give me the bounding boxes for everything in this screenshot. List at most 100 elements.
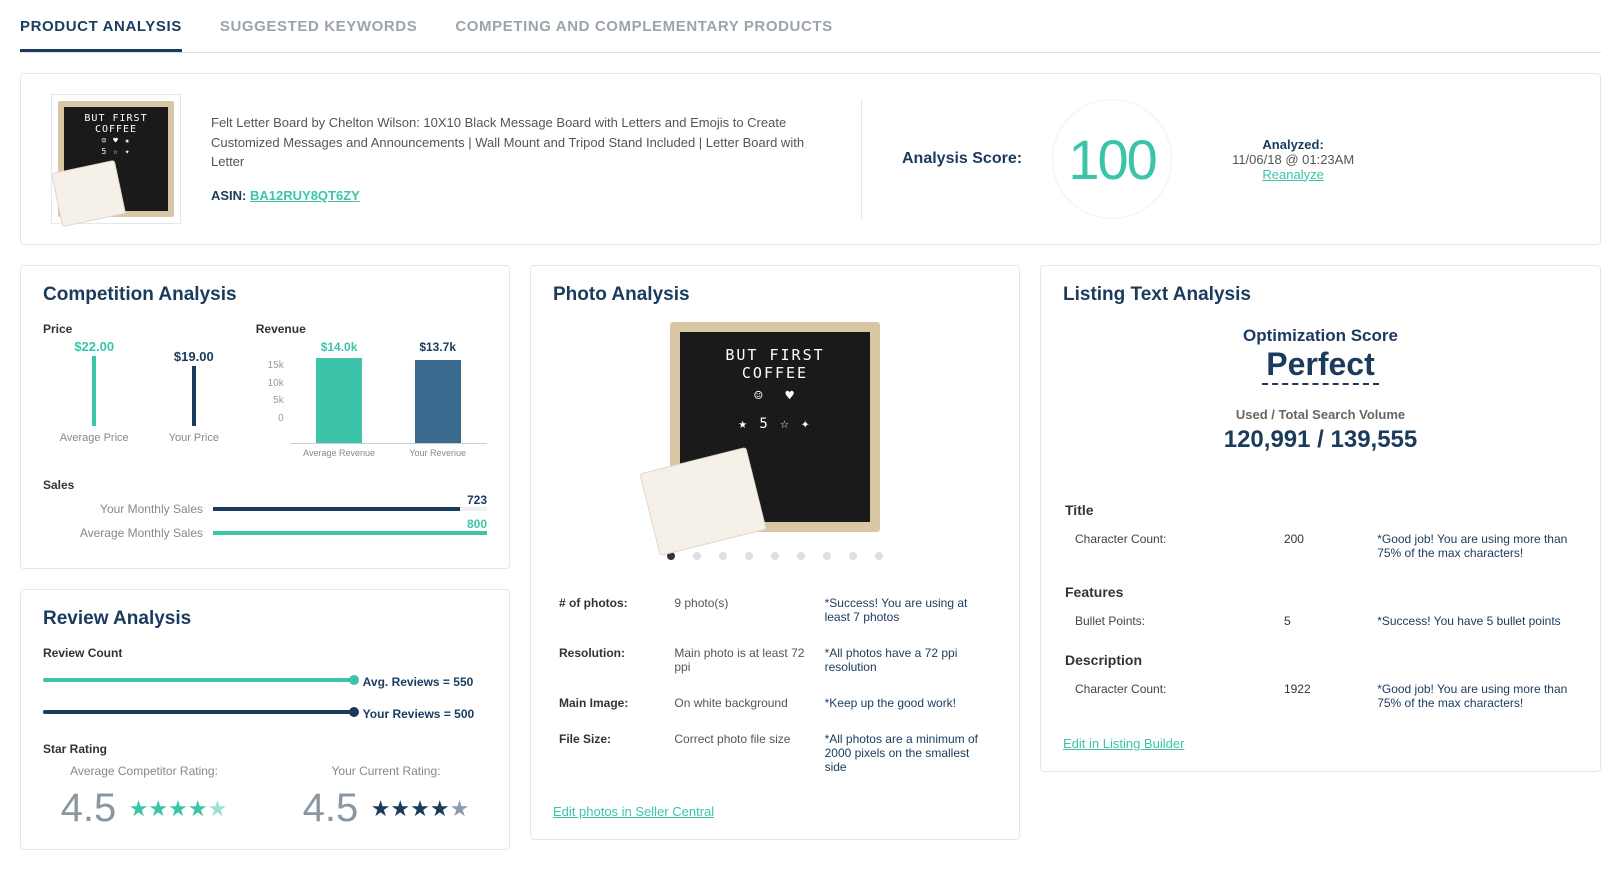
carousel-dot-3[interactable] [719,552,727,560]
analysis-score-label: Analysis Score: [902,150,1022,168]
review-title: Review Analysis [43,608,487,630]
analyzed-date: 11/06/18 @ 01:23AM [1232,152,1354,167]
sales-label: Sales [43,478,487,492]
photo-row-key: File Size: [555,722,668,784]
optimization-score-label: Optimization Score [1063,326,1578,346]
edit-listing-link[interactable]: Edit in Listing Builder [1063,736,1184,751]
avg-monthly-sales-label: Average Monthly Sales [43,526,203,540]
your-monthly-sales-value: 723 [467,493,487,507]
listing-row-key: Character Count: [1065,526,1278,566]
avg-competitor-rating-label: Average Competitor Rating: [43,764,245,778]
listing-row-key: Character Count: [1065,676,1278,716]
photo-row-key: Main Image: [555,686,668,720]
avg-competitor-rating-value: 4.5 [61,786,117,831]
listing-section-features: Features [1065,568,1576,606]
your-rating-stars: ★★★★★ [371,796,470,822]
analyzed-block: Analyzed: 11/06/18 @ 01:23AM Reanalyze [1232,137,1354,182]
asin-link[interactable]: BA12RUY8QT6ZY [250,188,360,203]
reanalyze-link[interactable]: Reanalyze [1262,167,1323,182]
photo-row-key: # of photos: [555,586,668,634]
photo-row-val: 9 photo(s) [670,586,818,634]
divider [861,99,862,219]
asin-label: ASIN: [211,188,246,203]
your-price-col-label: Your Price [169,432,219,444]
carousel-dot-8[interactable] [849,552,857,560]
avg-revenue-col-label: Average Revenue [290,448,389,458]
carousel-dot-9[interactable] [875,552,883,560]
avg-revenue-value: $14.0k [290,340,389,354]
edit-photos-link[interactable]: Edit photos in Seller Central [553,804,714,819]
your-reviews-label: Your Reviews = 500 [363,707,475,721]
carousel-dot-6[interactable] [797,552,805,560]
listing-text-analysis-panel: Listing Text Analysis Optimization Score… [1040,265,1601,772]
analysis-score-circle: 100 [1052,99,1172,219]
your-rating-label: Your Current Rating: [285,764,487,778]
photo-preview: BUT FIRSTCOFFEE☺ ♥★ 5 ☆ ✦ [670,322,880,532]
listing-title: Listing Text Analysis [1063,284,1578,306]
photo-carousel-dots [553,552,997,560]
optimization-score-value[interactable]: Perfect [1262,346,1379,385]
your-rating-value: 4.5 [303,786,359,831]
avg-reviews-track [43,678,354,682]
listing-row-key: Bullet Points: [1065,608,1278,634]
photo-details-table: # of photos:9 photo(s)*Success! You are … [553,584,997,786]
photo-row-note: *Success! You are using at least 7 photo… [821,586,995,634]
your-monthly-sales-bar [213,507,460,511]
search-volume-label: Used / Total Search Volume [1063,407,1578,422]
photo-row-val: On white background [670,686,818,720]
search-volume-value: 120,991 / 139,555 [1063,426,1578,454]
photo-row-note: *All photos have a 72 ppi resolution [821,636,995,684]
tab-competing-products[interactable]: COMPETING AND COMPLEMENTARY PRODUCTS [455,10,832,52]
tab-product-analysis[interactable]: PRODUCT ANALYSIS [20,10,182,52]
your-revenue-col-label: Your Revenue [388,448,487,458]
analysis-score-block: Analysis Score: 100 Analyzed: 11/06/18 @… [902,99,1354,219]
avg-competitor-stars: ★★★★★ [129,796,228,822]
photo-row-val: Main photo is at least 72 ppi [670,636,818,684]
listing-row-val: 5 [1280,608,1371,634]
avg-monthly-sales-value: 800 [467,517,487,531]
analysis-score-value: 100 [1068,127,1155,192]
listing-section-description: Description [1065,636,1576,674]
photo-row-key: Resolution: [555,636,668,684]
listing-row-note: *Good job! You are using more than 75% o… [1373,676,1576,716]
avg-price-value: $22.00 [60,339,129,354]
carousel-dot-2[interactable] [693,552,701,560]
avg-price-bar [92,356,96,426]
photo-row-note: *All photos are a minimum of 2000 pixels… [821,722,995,784]
tab-suggested-keywords[interactable]: SUGGESTED KEYWORDS [220,10,418,52]
photo-row-note: *Keep up the good work! [821,686,995,720]
product-header-card: BUT FIRSTCOFFEE☺ ♥ ★5 ☆ ✦ Felt Letter Bo… [20,73,1601,245]
analyzed-label: Analyzed: [1232,137,1354,152]
price-label: Price [43,322,236,336]
listing-row-note: *Success! You have 5 bullet points [1373,608,1576,634]
product-thumbnail: BUT FIRSTCOFFEE☺ ♥ ★5 ☆ ✦ [51,94,181,224]
review-analysis-panel: Review Analysis Review Count Avg. Review… [20,589,510,850]
listing-section-title: Title [1065,486,1576,524]
listing-details-table: Title Character Count:200*Good job! You … [1063,484,1578,718]
your-reviews-track [43,710,354,714]
competition-title: Competition Analysis [43,284,487,306]
listing-row-note: *Good job! You are using more than 75% o… [1373,526,1576,566]
your-price-bar [192,366,196,426]
product-title: Felt Letter Board by Chelton Wilson: 10X… [211,113,821,172]
photo-title: Photo Analysis [553,284,997,306]
carousel-dot-4[interactable] [745,552,753,560]
revenue-label: Revenue [256,322,487,336]
your-monthly-sales-label: Your Monthly Sales [43,502,203,516]
avg-reviews-label: Avg. Reviews = 550 [363,675,474,689]
tabs-bar: PRODUCT ANALYSIS SUGGESTED KEYWORDS COMP… [20,10,1601,53]
your-revenue-bar [415,360,461,443]
your-price-value: $19.00 [169,349,219,364]
carousel-dot-7[interactable] [823,552,831,560]
listing-row-val: 1922 [1280,676,1371,716]
star-rating-label: Star Rating [43,742,487,756]
avg-monthly-sales-bar [213,531,487,535]
photo-analysis-panel: Photo Analysis BUT FIRSTCOFFEE☺ ♥★ 5 ☆ ✦… [530,265,1020,840]
carousel-dot-5[interactable] [771,552,779,560]
avg-revenue-bar [316,358,362,443]
your-revenue-value: $13.7k [388,340,487,354]
avg-price-col-label: Average Price [60,432,129,444]
review-count-label: Review Count [43,646,487,660]
competition-analysis-panel: Competition Analysis Price $22.00 Averag… [20,265,510,569]
photo-row-val: Correct photo file size [670,722,818,784]
